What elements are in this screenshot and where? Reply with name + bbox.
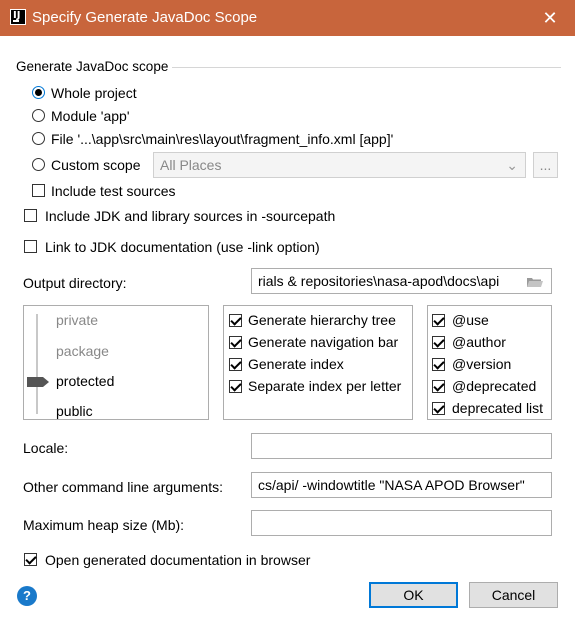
tag-use-label[interactable]: @use <box>452 312 489 328</box>
separate-index-checkbox[interactable] <box>229 380 242 393</box>
cmd-args-input[interactable]: cs/api/ -windowtitle "NASA APOD Browser" <box>251 472 552 498</box>
tag-deprecated-label[interactable]: @deprecated <box>452 378 536 394</box>
generate-index-label[interactable]: Generate index <box>248 356 344 372</box>
visibility-slider-track[interactable] <box>36 314 38 414</box>
visibility-protected[interactable]: protected <box>56 373 114 389</box>
ok-button[interactable]: OK <box>369 582 458 608</box>
custom-scope-value: All Places <box>160 157 222 173</box>
radio-module-label[interactable]: Module 'app' <box>51 108 130 124</box>
radio-module[interactable] <box>32 109 45 122</box>
generate-index-checkbox[interactable] <box>229 358 242 371</box>
include-test-sources-checkbox[interactable] <box>32 184 45 197</box>
radio-whole-project[interactable] <box>32 86 45 99</box>
tag-author-label[interactable]: @author <box>452 334 506 350</box>
separate-index-label[interactable]: Separate index per letter <box>248 378 401 394</box>
group-divider <box>172 67 561 68</box>
output-directory-value: rials & repositories\nasa-apod\docs\api <box>258 273 500 289</box>
radio-file[interactable] <box>32 132 45 145</box>
chevron-down-icon: ⌄ <box>506 157 518 173</box>
visibility-slider-thumb[interactable] <box>27 374 49 387</box>
intellij-app-icon: IJ <box>10 9 26 25</box>
tag-version-checkbox[interactable] <box>432 358 445 371</box>
visibility-slider-panel[interactable]: private package protected public <box>23 305 209 420</box>
radio-whole-project-label[interactable]: Whole project <box>51 85 137 101</box>
open-in-browser-label[interactable]: Open generated documentation in browser <box>45 552 310 568</box>
open-in-browser-checkbox[interactable] <box>24 553 37 566</box>
heap-size-label: Maximum heap size (Mb): <box>23 517 185 533</box>
include-test-sources-label[interactable]: Include test sources <box>51 183 176 199</box>
output-directory-label: Output directory: <box>23 275 127 291</box>
include-jdk-label[interactable]: Include JDK and library sources in -sour… <box>45 208 335 224</box>
deprecated-list-checkbox[interactable] <box>432 402 445 415</box>
radio-custom-scope-label[interactable]: Custom scope <box>51 157 140 173</box>
heap-size-input[interactable] <box>251 510 552 536</box>
close-icon[interactable]: ✕ <box>535 6 565 30</box>
title-bar: IJ Specify Generate JavaDoc Scope ✕ <box>0 0 575 36</box>
tag-author-checkbox[interactable] <box>432 336 445 349</box>
tag-version-label[interactable]: @version <box>452 356 511 372</box>
custom-scope-browse-button[interactable]: ... <box>533 152 558 178</box>
cmd-args-label: Other command line arguments: <box>23 479 223 495</box>
output-directory-input[interactable]: rials & repositories\nasa-apod\docs\api <box>251 268 552 294</box>
visibility-private[interactable]: private <box>56 312 98 328</box>
generate-navbar-checkbox[interactable] <box>229 336 242 349</box>
generate-navbar-label[interactable]: Generate navigation bar <box>248 334 398 350</box>
deprecated-list-label[interactable]: deprecated list <box>452 400 543 416</box>
folder-icon[interactable] <box>526 275 544 287</box>
radio-file-label[interactable]: File '...\app\src\main\res\layout\fragme… <box>51 131 393 147</box>
tag-deprecated-checkbox[interactable] <box>432 380 445 393</box>
link-jdk-checkbox[interactable] <box>24 240 37 253</box>
tag-use-checkbox[interactable] <box>432 314 445 327</box>
visibility-public[interactable]: public <box>56 403 93 419</box>
include-jdk-checkbox[interactable] <box>24 209 37 222</box>
locale-label: Locale: <box>23 440 69 456</box>
generate-hierarchy-label[interactable]: Generate hierarchy tree <box>248 312 396 328</box>
link-jdk-label[interactable]: Link to JDK documentation (use -link opt… <box>45 239 320 255</box>
generate-hierarchy-checkbox[interactable] <box>229 314 242 327</box>
generate-options-panel: Generate hierarchy tree Generate navigat… <box>223 305 413 420</box>
custom-scope-select[interactable]: All Places ⌄ <box>153 152 526 178</box>
cancel-button[interactable]: Cancel <box>469 582 558 608</box>
locale-input[interactable] <box>251 433 552 459</box>
window-title: Specify Generate JavaDoc Scope <box>32 9 258 26</box>
tag-options-panel: @use @author @version @deprecated deprec… <box>427 305 552 420</box>
scope-group-label: Generate JavaDoc scope <box>16 59 169 74</box>
visibility-package[interactable]: package <box>56 343 109 359</box>
help-icon[interactable]: ? <box>17 586 37 606</box>
radio-custom-scope[interactable] <box>32 158 45 171</box>
